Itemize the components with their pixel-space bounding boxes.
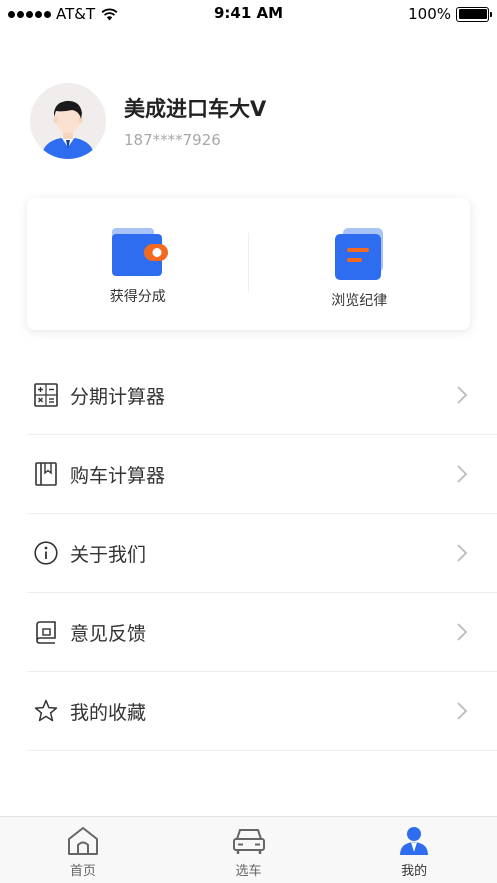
battery-icon xyxy=(456,6,492,22)
chevron-right-icon xyxy=(457,386,468,404)
tab-label: 选车 xyxy=(235,864,262,879)
profile-text: 美成进口车大V 187****7926 xyxy=(124,93,266,149)
person-icon xyxy=(400,827,429,855)
user-phone: 187****7926 xyxy=(124,131,221,149)
battery-percent: 100% xyxy=(408,5,451,23)
chevron-right-icon xyxy=(457,544,468,562)
tab-label: 首页 xyxy=(69,864,96,879)
avatar[interactable] xyxy=(30,83,106,159)
earnings-button[interactable]: 获得分成 xyxy=(27,198,249,330)
chevron-right-icon xyxy=(457,465,468,483)
home-icon xyxy=(67,827,98,855)
user-avatar-icon xyxy=(30,83,106,159)
user-name: 美成进口车大V xyxy=(124,97,267,121)
status-right: 100% xyxy=(408,5,492,23)
menu-label: 购车计算器 xyxy=(70,464,166,487)
info-icon xyxy=(33,540,59,566)
menu-item-purchase-calculator[interactable]: 购车计算器 xyxy=(27,435,497,514)
menu-label: 意见反馈 xyxy=(70,622,147,645)
tab-select-car[interactable]: 选车 xyxy=(166,817,332,883)
tab-home[interactable]: 首页 xyxy=(0,817,166,883)
car-icon xyxy=(232,829,265,854)
menu-item-installment-calculator[interactable]: 分期计算器 xyxy=(27,356,497,435)
document-icon xyxy=(335,228,384,280)
quick-actions-card: 获得分成 浏览纪律 xyxy=(27,198,470,330)
wallet-icon xyxy=(111,228,168,276)
settings-menu: 分期计算器 购车计算器 关于我们 意见反馈 我的收藏 xyxy=(27,356,497,751)
tab-label: 我的 xyxy=(401,864,428,879)
menu-label: 关于我们 xyxy=(70,543,147,566)
calculator-icon xyxy=(33,382,59,408)
history-label: 浏览纪律 xyxy=(331,293,388,309)
bottom-tab-bar: 首页 选车 我的 xyxy=(0,816,497,883)
menu-item-feedback[interactable]: 意见反馈 xyxy=(27,593,497,672)
feedback-icon xyxy=(33,619,59,645)
menu-label: 分期计算器 xyxy=(70,385,166,408)
tab-mine[interactable]: 我的 xyxy=(331,817,497,883)
menu-item-favorites[interactable]: 我的收藏 xyxy=(27,672,497,751)
menu-label: 我的收藏 xyxy=(70,701,147,724)
status-bar: AT&T 9:41 AM 100% xyxy=(0,0,497,28)
history-button[interactable]: 浏览纪律 xyxy=(249,198,471,330)
chevron-right-icon xyxy=(457,623,468,641)
card-divider xyxy=(248,233,249,293)
menu-item-about-us[interactable]: 关于我们 xyxy=(27,514,497,593)
earnings-label: 获得分成 xyxy=(109,289,166,305)
star-icon xyxy=(33,698,59,724)
book-icon xyxy=(33,461,59,487)
profile-header[interactable]: 美成进口车大V 187****7926 xyxy=(30,82,266,160)
chevron-right-icon xyxy=(457,702,468,720)
